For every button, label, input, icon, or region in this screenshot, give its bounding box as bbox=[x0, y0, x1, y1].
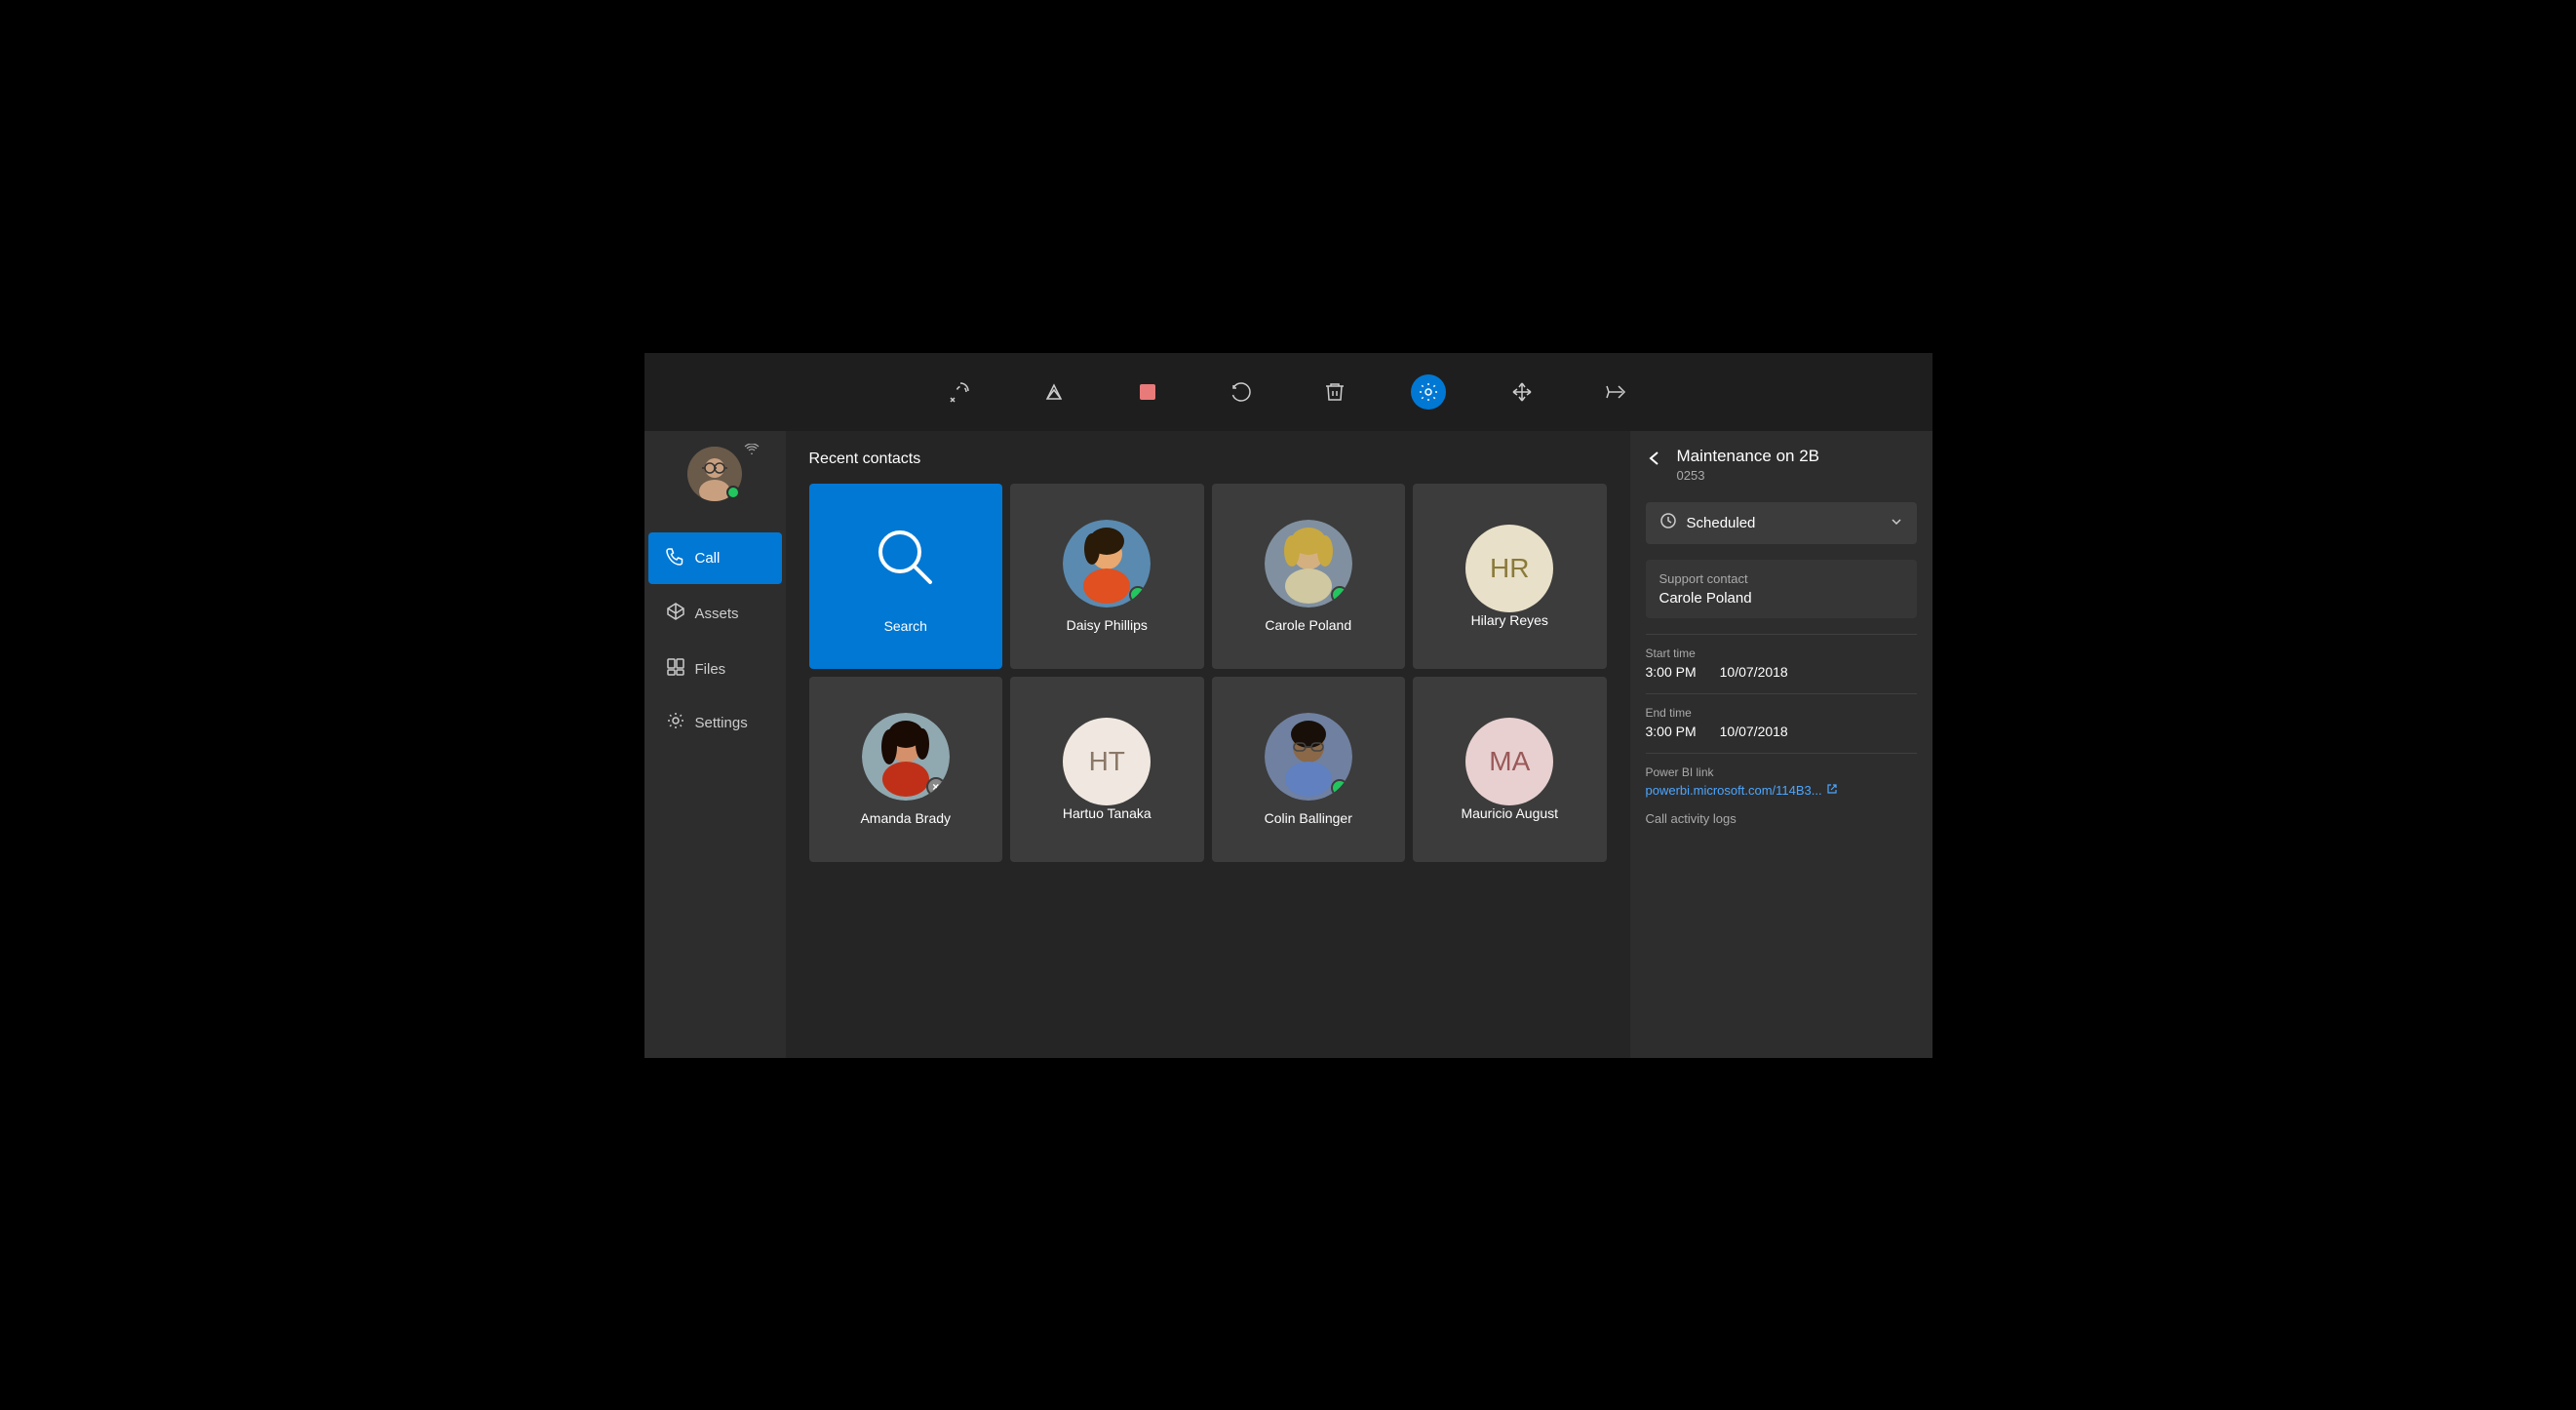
divider-1 bbox=[1646, 634, 1917, 635]
right-panel: Maintenance on 2B 0253 Scheduled bbox=[1630, 431, 1932, 1058]
sidebar-item-call[interactable]: Call bbox=[648, 532, 782, 584]
status-label: Scheduled bbox=[1659, 512, 1756, 534]
hartuo-avatar: HT bbox=[1063, 718, 1151, 805]
contact-card-hartuo[interactable]: HT Hartuo Tanaka bbox=[1010, 677, 1204, 862]
trash-icon[interactable] bbox=[1317, 374, 1352, 410]
call-nav-label: Call bbox=[695, 550, 721, 567]
amanda-avatar: × bbox=[862, 713, 950, 801]
powerbi-row: Power BI link powerbi.microsoft.com/114B… bbox=[1646, 765, 1917, 798]
pin-icon[interactable] bbox=[1598, 374, 1633, 410]
colin-name: Colin Ballinger bbox=[1265, 810, 1352, 826]
end-date-value: 10/07/2018 bbox=[1720, 724, 1788, 739]
mauricio-initials: MA bbox=[1489, 746, 1530, 777]
disconnect-icon[interactable] bbox=[943, 374, 978, 410]
content-area: Recent contacts Search bbox=[786, 431, 1630, 1058]
contact-card-hilary[interactable]: HR Hilary Reyes bbox=[1413, 484, 1607, 669]
support-contact-box: Support contact Carole Poland bbox=[1646, 560, 1917, 618]
mauricio-avatar: MA bbox=[1465, 718, 1553, 805]
back-button[interactable] bbox=[1646, 449, 1665, 473]
panel-subtitle: 0253 bbox=[1677, 468, 1820, 483]
daisy-name: Daisy Phillips bbox=[1067, 617, 1148, 633]
sidebar-item-settings[interactable]: Settings bbox=[648, 697, 782, 749]
hilary-avatar: HR bbox=[1465, 525, 1553, 612]
external-link-icon bbox=[1826, 783, 1838, 798]
status-dropdown[interactable]: Scheduled bbox=[1646, 502, 1917, 544]
user-status-indicator bbox=[726, 486, 740, 499]
search-label: Search bbox=[884, 618, 927, 634]
clock-icon bbox=[1659, 512, 1677, 534]
status-text: Scheduled bbox=[1687, 515, 1756, 531]
sidebar-item-assets[interactable]: Assets bbox=[648, 588, 782, 640]
contact-card-colin[interactable]: Colin Ballinger bbox=[1212, 677, 1406, 862]
sidebar-nav: Call Assets bbox=[644, 530, 786, 757]
contacts-grid: Search Dais bbox=[809, 484, 1607, 862]
daisy-status bbox=[1129, 586, 1147, 604]
divider-2 bbox=[1646, 693, 1917, 694]
powerbi-link-text: powerbi.microsoft.com/114B3... bbox=[1646, 783, 1822, 798]
contact-card-mauricio[interactable]: MA Mauricio August bbox=[1413, 677, 1607, 862]
colin-avatar bbox=[1265, 713, 1352, 801]
start-time-value: 3:00 PM bbox=[1646, 664, 1697, 680]
powerbi-link[interactable]: powerbi.microsoft.com/114B3... bbox=[1646, 783, 1917, 798]
contact-card-amanda[interactable]: × Amanda Brady bbox=[809, 677, 1003, 862]
files-nav-icon bbox=[666, 657, 685, 682]
panel-title-area: Maintenance on 2B 0253 bbox=[1677, 447, 1820, 483]
daisy-avatar bbox=[1063, 520, 1151, 607]
end-time-value: 3:00 PM bbox=[1646, 724, 1697, 739]
powerbi-label: Power BI link bbox=[1646, 765, 1917, 779]
end-time-values: 3:00 PM 10/07/2018 bbox=[1646, 724, 1917, 739]
start-time-values: 3:00 PM 10/07/2018 bbox=[1646, 664, 1917, 680]
end-time-label: End time bbox=[1646, 706, 1917, 720]
wifi-icon bbox=[744, 443, 760, 458]
carole-avatar bbox=[1265, 520, 1352, 607]
undo-icon[interactable] bbox=[1224, 374, 1259, 410]
sidebar: Call Assets bbox=[644, 431, 786, 1058]
pen-icon[interactable] bbox=[1036, 374, 1072, 410]
end-time-row: End time 3:00 PM 10/07/2018 bbox=[1646, 706, 1917, 739]
start-date-value: 10/07/2018 bbox=[1720, 664, 1788, 680]
settings-nav-label: Settings bbox=[695, 715, 748, 731]
support-contact-label: Support contact bbox=[1659, 571, 1903, 586]
chevron-down-icon bbox=[1890, 515, 1903, 531]
sidebar-item-files[interactable]: Files bbox=[648, 644, 782, 695]
contact-card-daisy[interactable]: Daisy Phillips bbox=[1010, 484, 1204, 669]
settings-nav-icon bbox=[666, 711, 685, 735]
main-area: Call Assets bbox=[644, 431, 1932, 1058]
amanda-name: Amanda Brady bbox=[860, 810, 951, 826]
contact-card-carole[interactable]: Carole Poland bbox=[1212, 484, 1406, 669]
call-activity-label: Call activity logs bbox=[1646, 811, 1917, 826]
support-contact-name: Carole Poland bbox=[1659, 590, 1903, 607]
panel-title: Maintenance on 2B bbox=[1677, 447, 1820, 466]
user-avatar-area bbox=[687, 447, 742, 501]
carole-status bbox=[1331, 586, 1348, 604]
record-icon[interactable] bbox=[1130, 374, 1165, 410]
move-icon[interactable] bbox=[1504, 374, 1540, 410]
search-card[interactable]: Search bbox=[809, 484, 1003, 669]
amanda-status: × bbox=[926, 777, 946, 797]
assets-nav-label: Assets bbox=[695, 606, 739, 622]
start-time-row: Start time 3:00 PM 10/07/2018 bbox=[1646, 646, 1917, 680]
divider-3 bbox=[1646, 753, 1917, 754]
toolbar bbox=[644, 353, 1932, 431]
search-icon bbox=[867, 519, 945, 607]
files-nav-label: Files bbox=[695, 661, 726, 678]
start-time-label: Start time bbox=[1646, 646, 1917, 660]
hilary-initials: HR bbox=[1490, 553, 1529, 584]
panel-header: Maintenance on 2B 0253 bbox=[1646, 447, 1917, 483]
mauricio-name: Mauricio August bbox=[1461, 805, 1558, 821]
assets-nav-icon bbox=[666, 602, 685, 626]
hartuo-name: Hartuo Tanaka bbox=[1063, 805, 1151, 821]
colin-status bbox=[1331, 779, 1348, 797]
section-title: Recent contacts bbox=[809, 450, 1607, 468]
hartuo-initials: HT bbox=[1089, 746, 1125, 777]
settings-active-icon[interactable] bbox=[1411, 374, 1446, 410]
hilary-name: Hilary Reyes bbox=[1471, 612, 1548, 628]
carole-name: Carole Poland bbox=[1265, 617, 1351, 633]
call-nav-icon bbox=[666, 546, 685, 570]
